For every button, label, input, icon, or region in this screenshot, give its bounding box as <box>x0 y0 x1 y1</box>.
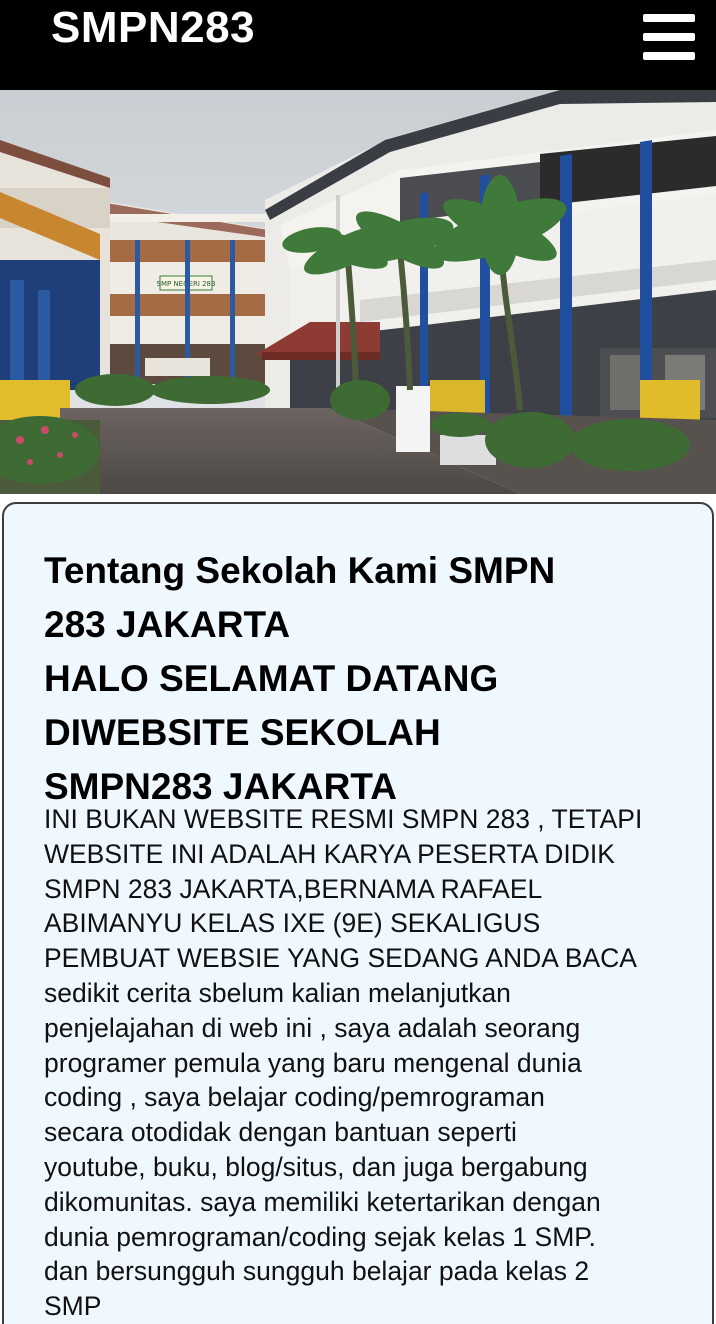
about-heading-line: 283 JAKARTA <box>44 604 291 645</box>
about-heading-line: Tentang Sekolah Kami SMPN <box>44 550 556 591</box>
body-text-line: WEBSITE INI ADALAH KARYA PESERTA DIDIK <box>44 838 615 869</box>
school-building-photo: SMP NEGERI 283 <box>0 90 716 494</box>
about-card: Tentang Sekolah Kami SMPN 283 JAKARTA HA… <box>2 502 714 1324</box>
site-brand[interactable]: SMPN283 <box>51 2 255 54</box>
body-text-line: coding , saya belajar coding/pemrograman <box>44 1082 545 1113</box>
body-text-line: SMPN 283 JAKARTA,BERNAMA RAFAEL <box>44 873 543 904</box>
welcome-heading-line: HALO SELAMAT DATANG <box>44 658 499 699</box>
about-content: Tentang Sekolah Kami SMPN 283 JAKARTA HA… <box>44 544 694 1324</box>
body-text-line: dan bersungguh sungguh belajar pada kela… <box>44 1256 590 1287</box>
hamburger-menu-icon[interactable] <box>636 6 702 66</box>
body-text-line: ABIMANYU KELAS IXE (9E) SEKALIGUS <box>44 908 541 939</box>
body-text-line: dunia pemrograman/coding sejak kelas 1 S… <box>44 1221 596 1252</box>
body-text-line: programer pemula yang baru mengenal duni… <box>44 1047 582 1078</box>
page: SMPN283 SMP 283 Tentang Sekolah Kami SMP… <box>0 0 716 1324</box>
body-text-line: INI BUKAN WEBSITE RESMI SMPN 283 , TETAP… <box>44 804 643 834</box>
body-text-line: youtube, buku, blog/situs, dan juga berg… <box>44 1151 588 1182</box>
body-text-line: dikomunitas. saya memiliki ketertarikan … <box>44 1186 601 1217</box>
body-text-line: sedikit cerita sbelum kalian melanjutkan <box>44 977 511 1008</box>
body-text-line: penjelajahan di web ini , saya adalah se… <box>44 1012 581 1043</box>
body-text-line: PEMBUAT WEBSIE YANG SEDANG ANDA BACA <box>44 943 637 974</box>
welcome-heading-line: DIWEBSITE SEKOLAH <box>44 712 441 753</box>
body-text-line: secara otodidak dengan bantuan seperti <box>44 1117 517 1148</box>
body-text-line: SMP <box>44 1291 102 1322</box>
top-navbar: SMPN283 <box>0 0 716 90</box>
